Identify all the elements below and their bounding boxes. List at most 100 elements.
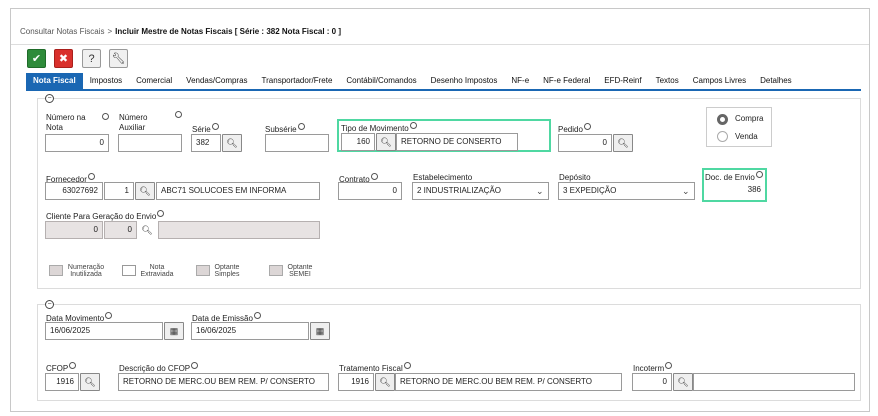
info-icon[interactable] bbox=[583, 123, 591, 130]
radio-venda-label: Venda bbox=[735, 132, 758, 141]
tratamento-fiscal-code-input[interactable]: 1916 bbox=[338, 373, 374, 391]
search-icon: 🔍︎ bbox=[84, 376, 96, 387]
tab-impostos[interactable]: Impostos bbox=[83, 73, 129, 89]
info-icon[interactable] bbox=[69, 362, 77, 369]
checkbox-numeracao-inutilizada[interactable] bbox=[49, 265, 63, 276]
search-icon: 🔍︎ bbox=[141, 224, 153, 235]
info-icon[interactable] bbox=[370, 173, 378, 180]
search-icon: 🔍︎ bbox=[139, 185, 151, 196]
checkbox-label: Optante SEMEI bbox=[287, 264, 313, 278]
incoterm-code-input[interactable]: 0 bbox=[632, 373, 672, 391]
calendar-icon: ▦ bbox=[169, 325, 179, 336]
tab-underline bbox=[26, 89, 861, 91]
pedido-search-button[interactable]: 🔍︎ bbox=[613, 134, 633, 152]
fornecedor-search-button[interactable]: 🔍︎ bbox=[135, 182, 155, 200]
numero-nota-label: Número na Nota bbox=[46, 113, 86, 132]
tab-textos[interactable]: Textos bbox=[649, 73, 686, 89]
info-icon[interactable] bbox=[253, 312, 261, 319]
info-icon[interactable] bbox=[665, 362, 673, 369]
search-icon: 🔍︎ bbox=[226, 137, 238, 148]
tab-vendas-compras[interactable]: Vendas/Compras bbox=[179, 73, 254, 89]
info-icon[interactable] bbox=[105, 312, 113, 319]
tipo-movimento-search-button[interactable]: 🔍︎ bbox=[376, 133, 396, 151]
info-icon[interactable] bbox=[409, 122, 417, 129]
breadcrumb: Consultar Notas Fiscais > Incluir Mestre d… bbox=[20, 27, 341, 36]
info-icon[interactable] bbox=[191, 362, 199, 369]
descricao-cfop-field: RETORNO DE MERC.OU BEM REM. P/ CONSERTO bbox=[118, 373, 329, 391]
cliente-envio-seq-input: 0 bbox=[104, 221, 137, 239]
search-icon: 🔍︎ bbox=[677, 376, 689, 387]
info-icon[interactable] bbox=[755, 171, 763, 178]
incoterm-description bbox=[693, 373, 855, 391]
tab-comercial[interactable]: Comercial bbox=[129, 73, 179, 89]
subserie-input[interactable] bbox=[265, 134, 329, 152]
pedido-input[interactable]: 0 bbox=[558, 134, 612, 152]
estabelecimento-select[interactable]: 2 INDUSTRIALIZAÇÃO bbox=[412, 182, 549, 200]
tab-campos-livres[interactable]: Campos Livres bbox=[686, 73, 753, 89]
info-icon[interactable] bbox=[211, 123, 219, 130]
help-button[interactable]: ? bbox=[82, 49, 101, 68]
numero-nota-input[interactable]: 0 bbox=[45, 134, 109, 152]
tab-efd-reinf[interactable]: EFD-Reinf bbox=[597, 73, 648, 89]
tab-desenho-impostos[interactable]: Desenho Impostos bbox=[424, 73, 505, 89]
radio-venda[interactable] bbox=[717, 131, 728, 142]
info-icon[interactable] bbox=[297, 123, 305, 130]
radio-compra-label: Compra bbox=[735, 114, 764, 123]
collapse-icon[interactable]: − bbox=[45, 94, 54, 103]
contrato-input[interactable]: 0 bbox=[338, 182, 402, 200]
info-icon[interactable] bbox=[102, 113, 109, 120]
cfop-search-button[interactable]: 🔍︎ bbox=[80, 373, 100, 391]
data-emissao-calendar-button[interactable]: ▦ bbox=[310, 322, 330, 340]
chevron-down-icon: ⌄ bbox=[536, 186, 544, 196]
info-icon[interactable] bbox=[87, 173, 95, 180]
check-icon: ✔ bbox=[31, 53, 42, 65]
doc-envio-value[interactable]: 386 bbox=[706, 183, 763, 197]
deposito-select[interactable]: 3 EXPEDIÇÃO bbox=[558, 182, 695, 200]
info-icon[interactable] bbox=[403, 362, 411, 369]
tab-transportador-frete[interactable]: Transportador/Frete bbox=[255, 73, 340, 89]
info-icon[interactable] bbox=[175, 111, 182, 118]
incoterm-search-button[interactable]: 🔍︎ bbox=[673, 373, 693, 391]
search-icon: 🔍︎ bbox=[379, 376, 391, 387]
tratamento-fiscal-search-button[interactable]: 🔍︎ bbox=[375, 373, 395, 391]
tools-button[interactable]: 🔧︎ bbox=[109, 49, 128, 68]
collapse-icon[interactable]: − bbox=[45, 300, 54, 309]
data-movimento-calendar-button[interactable]: ▦ bbox=[164, 322, 184, 340]
cliente-envio-search-button[interactable]: 🔍︎ bbox=[137, 221, 157, 239]
data-movimento-input[interactable]: 16/06/2025 bbox=[45, 322, 163, 340]
checkbox-optante-semei[interactable] bbox=[269, 265, 283, 276]
chevron-down-icon: ⌄ bbox=[682, 186, 690, 196]
breadcrumb-parent[interactable]: Consultar Notas Fiscais bbox=[20, 27, 104, 36]
fornecedor-seq-input[interactable]: 1 bbox=[104, 182, 134, 200]
tab-contabil-comandos[interactable]: Contábil/Comandos bbox=[339, 73, 423, 89]
close-icon: ✖ bbox=[58, 53, 69, 65]
tab-nfe-federal[interactable]: NF-e Federal bbox=[536, 73, 597, 89]
tab-detalhes[interactable]: Detalhes bbox=[753, 73, 799, 89]
checkbox-nota-extraviada[interactable] bbox=[122, 265, 136, 276]
cancel-button[interactable]: ✖ bbox=[54, 49, 73, 68]
fornecedor-name: ABC71 SOLUCOES EM INFORMA bbox=[156, 182, 320, 200]
radio-compra[interactable] bbox=[717, 114, 728, 125]
breadcrumb-current: Incluir Mestre de Notas Fiscais [ Série … bbox=[115, 27, 342, 36]
cliente-envio-name bbox=[158, 221, 320, 239]
data-emissao-input[interactable]: 16/06/2025 bbox=[191, 322, 309, 340]
tab-bar: Nota Fiscal Impostos Comercial Vendas/Co… bbox=[26, 73, 799, 89]
checkbox-label: Optante Simples bbox=[214, 264, 240, 278]
calendar-icon: ▦ bbox=[315, 325, 325, 336]
numero-auxiliar-input[interactable] bbox=[118, 134, 182, 152]
checkbox-optante-simples[interactable] bbox=[196, 265, 210, 276]
tipo-movimento-code-input[interactable]: 160 bbox=[341, 133, 375, 151]
fornecedor-code-input[interactable]: 63027692 bbox=[45, 182, 103, 200]
serie-search-button[interactable]: 🔍︎ bbox=[222, 134, 242, 152]
serie-input[interactable]: 382 bbox=[191, 134, 221, 152]
wrench-icon: 🔧︎ bbox=[111, 53, 126, 65]
doc-envio-label: Doc. de Envio bbox=[705, 171, 763, 183]
breadcrumb-separator: > bbox=[107, 27, 113, 36]
info-icon[interactable] bbox=[157, 210, 165, 217]
numero-auxiliar-label: Número Auxiliar bbox=[119, 113, 148, 132]
cfop-input[interactable]: 1916 bbox=[45, 373, 79, 391]
cliente-envio-code-input: 0 bbox=[45, 221, 103, 239]
tab-nota-fiscal[interactable]: Nota Fiscal bbox=[26, 73, 83, 89]
confirm-button[interactable]: ✔ bbox=[27, 49, 46, 68]
tab-nfe[interactable]: NF-e bbox=[504, 73, 536, 89]
